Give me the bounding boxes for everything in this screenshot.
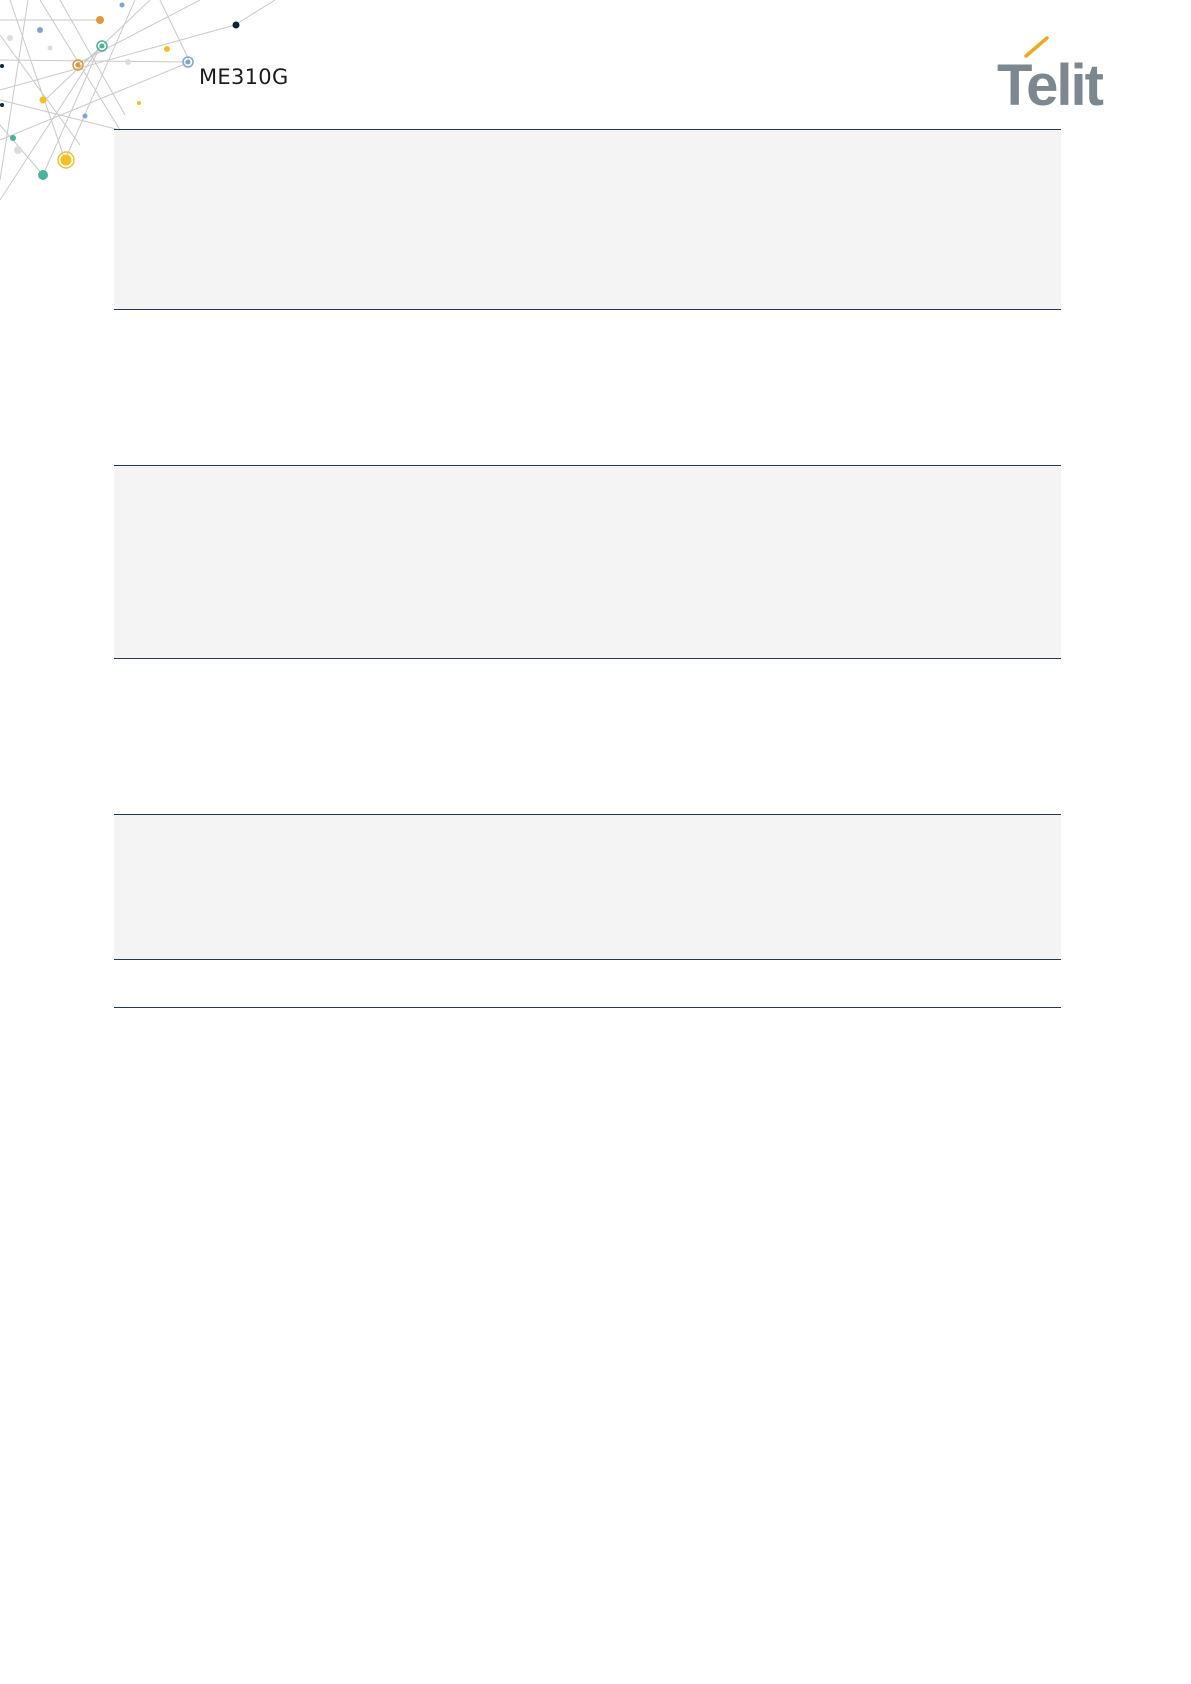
table-row — [114, 658, 1061, 814]
table-row — [114, 309, 1061, 465]
logo-text: Telit — [997, 53, 1104, 113]
table-row — [114, 465, 1061, 658]
content-table — [114, 129, 1061, 1008]
document-title: ME310G — [199, 65, 289, 89]
table-row — [114, 129, 1061, 309]
table-row — [114, 959, 1061, 1008]
telit-logo-icon: Telit — [997, 36, 1106, 113]
table-row — [114, 814, 1061, 959]
